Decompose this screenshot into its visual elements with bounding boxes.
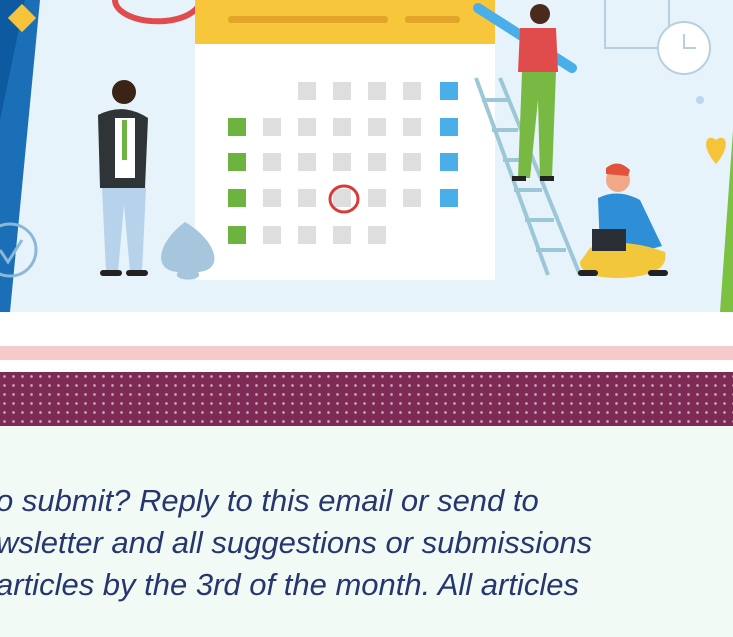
sitting-person-figure	[578, 163, 668, 278]
submission-notice: o submit? Reply to this email or send to…	[0, 480, 733, 606]
spacer	[0, 312, 733, 346]
spacer	[0, 360, 733, 372]
clock-icon	[112, 0, 203, 25]
hero-illustration	[0, 0, 733, 312]
notice-line: o submit? Reply to this email or send to	[0, 483, 539, 518]
heart-shape	[706, 137, 726, 164]
dotted-plum-divider	[0, 372, 733, 426]
notice-line: articles by the 3rd of the month. All ar…	[0, 567, 579, 602]
calendar-illustration	[0, 0, 733, 312]
newsletter-body: o submit? Reply to this email or send to…	[0, 426, 733, 637]
pink-divider	[0, 346, 733, 360]
laptop-icon	[592, 229, 626, 251]
notice-line: wsletter and all suggestions or submissi…	[0, 525, 593, 560]
calendar-board	[195, 0, 495, 280]
standing-person-figure	[98, 80, 148, 276]
right-green-panel	[720, 130, 733, 312]
